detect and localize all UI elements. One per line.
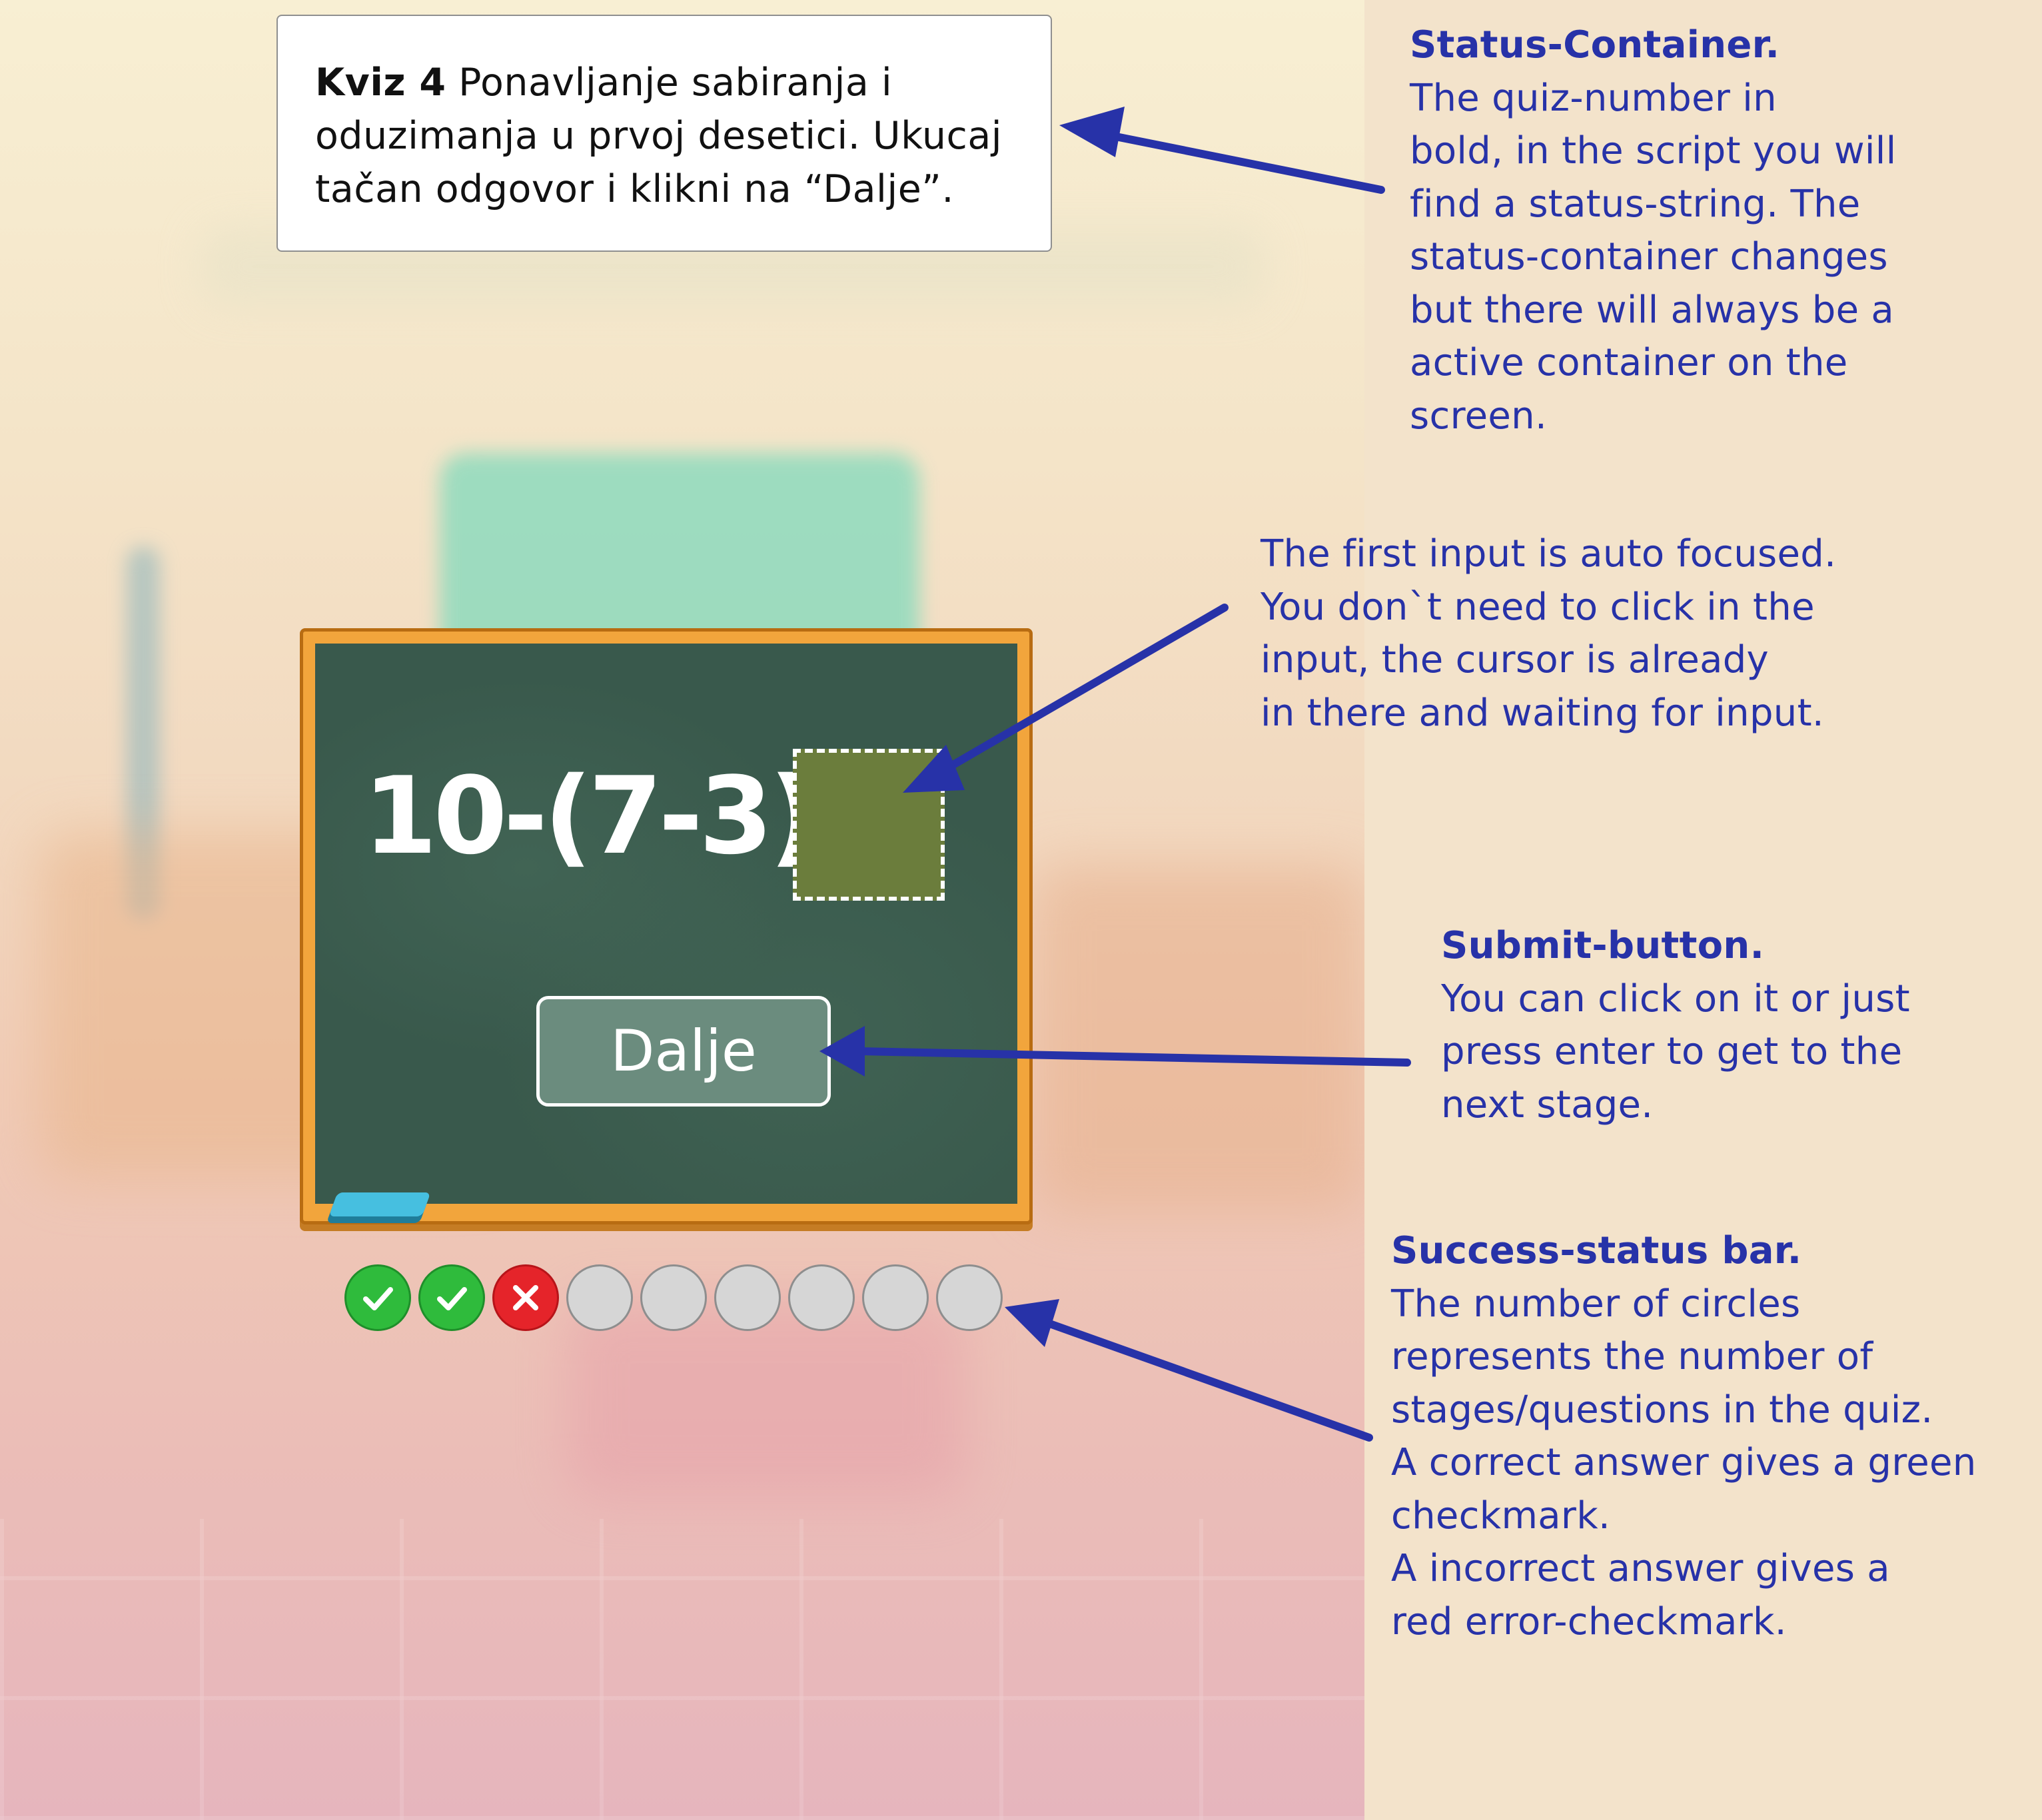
background-floor	[0, 1519, 1364, 1820]
quiz-number: Kviz 4	[315, 61, 446, 105]
checkmark-icon	[363, 1287, 393, 1310]
annotation-title: Status-Container.	[1410, 23, 1780, 67]
status-container: Kviz 4 Ponavljanje sabiranja i oduzimanj…	[276, 15, 1052, 252]
progress-dot-pending	[714, 1264, 781, 1331]
annotation-line: represents the number of	[1391, 1335, 1873, 1378]
annotation-line: input, the cursor is already	[1261, 638, 1769, 682]
success-status-bar	[344, 1264, 1003, 1331]
progress-dot-correct	[344, 1264, 411, 1331]
error-x-icon	[513, 1285, 538, 1310]
eraser-icon	[328, 1192, 431, 1216]
annotation-line: The quiz-number in	[1410, 76, 1777, 120]
progress-dot-pending	[936, 1264, 1003, 1331]
annotation-title: Success-status bar.	[1391, 1229, 1802, 1272]
annotation-progress: Success-status bar. The number of circle…	[1391, 1224, 1977, 1648]
annotation-line: You don`t need to click in the	[1261, 585, 1815, 629]
annotation-line: active container on the	[1410, 341, 1848, 384]
annotation-line: checkmark.	[1391, 1494, 1611, 1538]
annotation-line: next stage.	[1441, 1083, 1654, 1127]
progress-dot-wrong	[492, 1264, 559, 1331]
annotation-line: You can click on it or just	[1441, 977, 1910, 1021]
annotation-line: bold, in the script you will	[1410, 129, 1897, 173]
progress-dot-correct	[418, 1264, 485, 1331]
annotation-line: in there and waiting for input.	[1261, 691, 1824, 735]
annotation-submit: Submit-button. You can click on it or ju…	[1441, 919, 1910, 1131]
annotation-line: red error-checkmark.	[1391, 1599, 1787, 1643]
progress-dot-pending	[566, 1264, 633, 1331]
checkmark-icon	[437, 1287, 467, 1310]
annotation-line: The number of circles	[1391, 1282, 1801, 1326]
annotation-line: The first input is auto focused.	[1261, 532, 1837, 576]
background-desk	[1033, 866, 1364, 1212]
answer-input[interactable]	[793, 749, 945, 901]
annotation-status: Status-Container. The quiz-number in bol…	[1410, 19, 1897, 442]
annotation-line: but there will always be a	[1410, 288, 1895, 332]
annotation-line: press enter to get to the	[1441, 1030, 1903, 1073]
submit-button[interactable]: Dalje	[536, 996, 831, 1107]
progress-dot-pending	[640, 1264, 707, 1331]
annotation-line: status-container changes	[1410, 235, 1888, 278]
progress-dot-pending	[788, 1264, 855, 1331]
chalkboard-surface	[315, 644, 1017, 1204]
annotation-input: The first input is auto focused. You don…	[1261, 528, 1836, 739]
annotation-title: Submit-button.	[1441, 924, 1765, 967]
progress-dot-pending	[862, 1264, 929, 1331]
annotation-line: stages/questions in the quiz.	[1391, 1388, 1933, 1432]
annotation-line: screen.	[1410, 394, 1548, 438]
chalkboard	[300, 628, 1033, 1224]
annotation-line: A correct answer gives a green	[1391, 1441, 1977, 1484]
annotation-line: A incorrect answer gives a	[1391, 1547, 1890, 1590]
annotation-line: find a status-string. The	[1410, 182, 1861, 226]
